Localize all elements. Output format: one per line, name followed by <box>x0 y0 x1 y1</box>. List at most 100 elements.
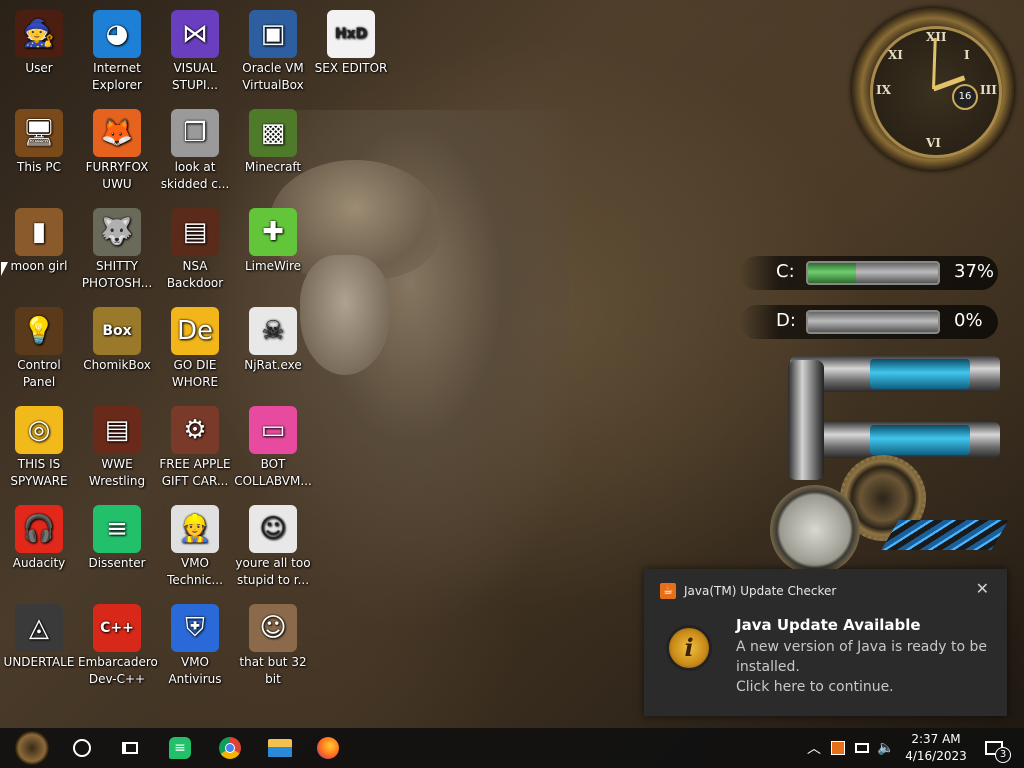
desktop-icon-label: ChomikBox <box>83 358 151 372</box>
notification-message: A new version of Java is ready to be ins… <box>736 639 988 675</box>
desktop-icon[interactable]: ▣ Oracle VM VirtualBox <box>234 6 312 94</box>
technician-icon: 👷 <box>171 505 219 553</box>
desktop-icon[interactable]: ◎ THIS IS SPYWARE <box>0 402 78 490</box>
wallpaper-face <box>300 255 390 375</box>
desktop-icon[interactable]: ≡ Dissenter <box>78 501 156 572</box>
desktop-icon-label: youre all too stupid to r... <box>235 556 311 587</box>
desktop-icon[interactable]: ☺ that but 32 bit <box>234 600 312 688</box>
task-view-button[interactable] <box>106 728 154 768</box>
this-pc-icon: 🖥 <box>15 109 63 157</box>
file-explorer-taskbar-button[interactable] <box>256 728 304 768</box>
desktop-icon[interactable]: Box ChomikBox <box>78 303 156 374</box>
skull-icon: ☠ <box>249 307 297 355</box>
taskbar-time: 2:37 AM <box>911 732 961 746</box>
taskbar-clock[interactable]: 2:37 AM 4/16/2023 <box>896 731 976 765</box>
desktop-icon-label: Minecraft <box>244 160 302 174</box>
desktop-icon[interactable]: ▮ moon girl <box>0 204 78 275</box>
desktop-icon[interactable]: ◕ Internet Explorer <box>78 6 156 94</box>
portrait-icon: ☺ <box>249 604 297 652</box>
audacity-icon: 🎧 <box>15 505 63 553</box>
desktop-icon[interactable]: HxD SEX EDITOR <box>312 6 390 77</box>
action-center-button[interactable]: 3 <box>980 728 1011 768</box>
desktop-icon-label: LimeWire <box>244 259 302 273</box>
desktop-icon[interactable]: C++ Embarcadero Dev-C++ <box>78 600 158 688</box>
desktop-icon[interactable]: 🦊 FURRYFOX UWU <box>78 105 156 193</box>
java-tray-icon[interactable] <box>828 728 848 768</box>
hxd-hex-editor-icon: HxD <box>327 10 375 58</box>
dissenter-taskbar-button[interactable]: ≡ <box>156 728 204 768</box>
devcpp-icon: C++ <box>93 604 141 652</box>
notification-body[interactable]: A new version of Java is ready to be ins… <box>736 637 998 697</box>
gimp-icon: 🐺 <box>93 208 141 256</box>
desktop-icon[interactable]: ⋈ VISUAL STUPI... <box>156 6 234 94</box>
desktop-icon-label: Audacity <box>12 556 66 570</box>
desktop-icon[interactable]: ✚ LimeWire <box>234 204 312 275</box>
monitor-icon: ▭ <box>249 406 297 454</box>
desktop-icon[interactable]: 🐺 SHITTY PHOTOSH... <box>78 204 156 292</box>
notification-header: ☕ Java(TM) Update Checker <box>660 583 836 599</box>
desktop-icon-label: SHITTY PHOTOSH... <box>81 259 153 290</box>
desktop-icon-label: User <box>25 61 53 75</box>
chrome-canary-icon: ◎ <box>15 406 63 454</box>
desktop-icon[interactable]: De GO DIE WHORE <box>156 303 234 391</box>
book-folder-icon: ▮ <box>15 208 63 256</box>
java-update-notification[interactable]: ☕ Java(TM) Update Checker ✕ i Java Updat… <box>644 569 1007 716</box>
portrait-icon: ☺ <box>249 505 297 553</box>
show-hidden-icons-chevron[interactable]: ︿ <box>804 728 824 768</box>
desktop-icon[interactable]: ▩ Minecraft <box>234 105 312 176</box>
virtualbox-icon: ▣ <box>249 10 297 58</box>
desktop-icon[interactable]: 🖥 This PC <box>0 105 78 176</box>
firefox-taskbar-button[interactable] <box>304 728 352 768</box>
dissenter-icon: ≡ <box>93 505 141 553</box>
desktop-icon[interactable]: ▤ NSA Backdoor <box>156 204 234 292</box>
desktop-icon-label: VISUAL STUPI... <box>172 61 218 92</box>
tv-frame-icon: ▤ <box>171 208 219 256</box>
desktop-icon-label: FURRYFOX UWU <box>85 160 149 191</box>
desktop-icon-label: UNDERTALE <box>3 655 75 669</box>
desktop-icon-label: This PC <box>17 160 61 174</box>
cortana-search-button[interactable] <box>58 728 106 768</box>
desktop-icon[interactable]: 👷 VMO Technic... <box>156 501 234 589</box>
desktop-icon[interactable]: ⛨ VMO Antivirus <box>156 600 234 688</box>
pressure-gauge-icon <box>770 485 860 575</box>
desktop-icon[interactable]: ◬ UNDERTALE <box>0 600 78 671</box>
desktop-icon[interactable]: ▭ BOT COLLABVM... <box>234 402 312 490</box>
desktop-icon[interactable]: 🧙 User <box>0 6 78 77</box>
close-icon[interactable]: ✕ <box>976 579 989 598</box>
desktop-icon-label: FREE APPLE GIFT CAR... <box>159 457 231 488</box>
desktop-icon[interactable]: 🎧 Audacity <box>0 501 78 572</box>
notification-count-badge: 3 <box>995 747 1011 763</box>
desktop-icon[interactable]: ❐ look at skidded c... <box>156 105 234 193</box>
desktop-icon[interactable]: ▤ WWE Wrestling <box>78 402 156 490</box>
desktop-icon-label: THIS IS SPYWARE <box>10 457 68 488</box>
clock-numeral-i: I <box>964 48 970 62</box>
start-button[interactable] <box>8 728 56 768</box>
notification-app-name: Java(TM) Update Checker <box>684 584 837 598</box>
desktop-icon-label: NjRat.exe <box>244 358 302 372</box>
tv-frame-icon: ▤ <box>93 406 141 454</box>
chomikbox-icon: Box <box>93 307 141 355</box>
desktop-icon[interactable]: ⚙ FREE APPLE GIFT CAR... <box>156 402 234 490</box>
clock-numeral-xi: XI <box>888 48 903 62</box>
desktop-icon-label: WWE Wrestling <box>88 457 146 488</box>
de-app-icon: De <box>171 307 219 355</box>
desktop-icon-label: GO DIE WHORE <box>171 358 219 389</box>
steampunk-clock-widget: XII I III VI IX XI 16 <box>852 8 1014 170</box>
chrome-taskbar-button[interactable] <box>206 728 254 768</box>
unity-icon: ◬ <box>15 604 63 652</box>
taskbar: ≡ ︿ 🔈 2:37 AM 4/16/2023 3 <box>0 728 1024 768</box>
network-icon[interactable] <box>851 728 873 768</box>
user-folder-icon: 🧙 <box>15 10 63 58</box>
desktop-icon[interactable]: ☺ youre all too stupid to r... <box>234 501 312 589</box>
clock-numeral-vi: VI <box>926 136 941 150</box>
limewire-icon: ✚ <box>249 208 297 256</box>
drive-usage-bar <box>806 310 940 334</box>
desktop-icon[interactable]: 💡 Control Panel <box>0 303 78 391</box>
desktop-icon[interactable]: ☠ NjRat.exe <box>234 303 312 374</box>
desktop-icon-label: Oracle VM VirtualBox <box>242 61 304 92</box>
drive-meter-d: D: 0% <box>740 305 1000 339</box>
notification-action-text[interactable]: Click here to continue. <box>736 677 998 697</box>
desktop-icon-label: SEX EDITOR <box>314 61 388 75</box>
volume-muted-icon[interactable]: 🔈 <box>875 728 897 768</box>
drive-meter-c: C: 37% <box>740 256 1000 290</box>
